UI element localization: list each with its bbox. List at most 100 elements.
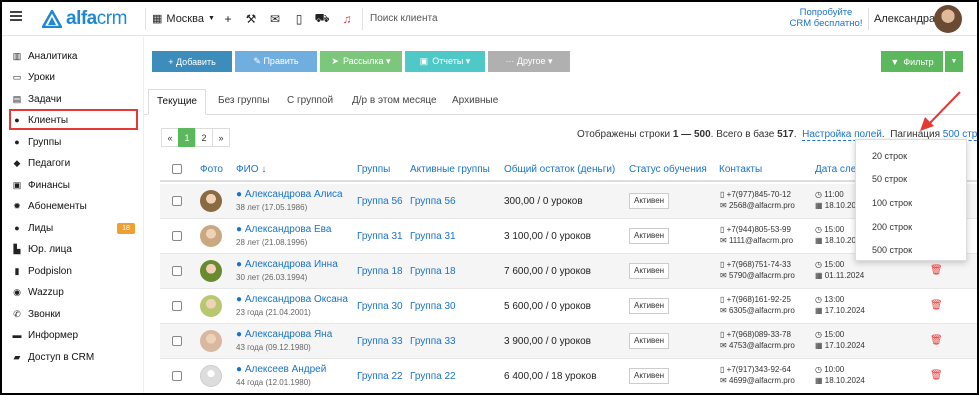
client-name-link[interactable]: ● Александрова Ева: [236, 224, 331, 235]
sidebar-item-leads[interactable]: ● Лиды: [12, 219, 53, 237]
client-photo[interactable]: [200, 295, 222, 317]
row-checkbox[interactable]: [172, 196, 182, 206]
trash-icon[interactable]: 🗑: [930, 335, 943, 346]
sidebar-item-legal[interactable]: ▙ Юр. лица: [12, 240, 72, 258]
active-group-link[interactable]: Группа 33: [410, 336, 456, 347]
active-group-link[interactable]: Группа 30: [410, 301, 456, 312]
sidebar-item-crm-access[interactable]: ▰ Доступ в CRM: [12, 348, 95, 366]
client-photo[interactable]: [200, 330, 222, 352]
phone-value[interactable]: +7(944)805-53-99: [727, 225, 791, 234]
per-page-option[interactable]: 200 строк: [872, 222, 912, 232]
active-group-link[interactable]: Группа 56: [410, 196, 456, 207]
client-name-link[interactable]: ● Александрова Алиса: [236, 189, 343, 200]
tab-birthdays[interactable]: Д/р в этом месяце: [352, 95, 437, 106]
group-link[interactable]: Группа 33: [357, 336, 403, 347]
next-page-button[interactable]: »: [212, 128, 230, 147]
sidebar-item-groups[interactable]: ● Группы: [12, 133, 61, 151]
per-page-option[interactable]: 50 строк: [872, 174, 907, 184]
plus-icon[interactable]: +: [219, 10, 237, 28]
table-row[interactable]: ● Александрова Оксана 23 года (21.04.2001…: [160, 289, 977, 324]
column-photo[interactable]: Фото: [200, 164, 223, 175]
per-page-option[interactable]: 500 строк: [872, 245, 912, 255]
trash-icon[interactable]: 🗑: [930, 370, 943, 381]
tab-archive[interactable]: Архивные: [452, 95, 498, 106]
page-button[interactable]: 2: [195, 128, 213, 147]
cart-icon[interactable]: ⛟: [313, 10, 331, 28]
sidebar-item-tasks[interactable]: ▤ Задачи: [12, 90, 62, 108]
tab-with-group[interactable]: С группой: [287, 95, 333, 106]
reports-button[interactable]: ▣ Отчеты ▾: [405, 51, 485, 72]
group-link[interactable]: Группа 18: [357, 266, 403, 277]
logo[interactable]: alfacrm: [42, 8, 127, 30]
client-photo[interactable]: [200, 225, 222, 247]
per-page-option[interactable]: 100 строк: [872, 198, 912, 208]
column-balance[interactable]: Общий остаток (деньги): [504, 164, 615, 175]
phone-value[interactable]: +7(977)845-70-12: [727, 190, 791, 199]
row-checkbox[interactable]: [172, 371, 182, 381]
sidebar-item-subscriptions[interactable]: ✹ Абонементы: [12, 197, 87, 215]
client-photo[interactable]: [200, 260, 222, 282]
trash-icon[interactable]: 🗑: [930, 300, 943, 311]
mobile-icon[interactable]: ▯: [290, 10, 308, 28]
row-checkbox[interactable]: [172, 231, 182, 241]
email-value[interactable]: 6305@alfacrm.pro: [729, 306, 795, 315]
wrench-icon[interactable]: ⚒: [242, 10, 260, 28]
filter-dropdown-button[interactable]: ▼: [945, 51, 963, 72]
column-active-groups[interactable]: Активные группы: [410, 164, 490, 175]
add-button[interactable]: + Добавить: [152, 51, 232, 72]
sidebar-item-teachers[interactable]: ◆ Педагоги: [12, 154, 71, 172]
select-all-checkbox[interactable]: [172, 164, 182, 174]
email-value[interactable]: 2568@alfacrm.pro: [729, 201, 795, 210]
client-name-link[interactable]: ● Александрова Оксана: [236, 294, 348, 305]
client-photo[interactable]: [200, 190, 222, 212]
sidebar-item-podpislon[interactable]: ▮ Podpislon: [12, 262, 72, 280]
trash-icon[interactable]: 🗑: [930, 265, 943, 276]
other-button[interactable]: ··· Другое ▾: [488, 51, 570, 72]
column-name[interactable]: ФИО ↓: [236, 164, 266, 175]
mailing-button[interactable]: ➤ Рассылка ▾: [320, 51, 402, 72]
sidebar-item-wazzup[interactable]: ◉ Wazzup: [12, 283, 64, 301]
user-name[interactable]: Александра: [874, 13, 935, 25]
row-checkbox[interactable]: [172, 336, 182, 346]
sidebar-item-lessons[interactable]: ▭ Уроки: [12, 68, 55, 86]
email-value[interactable]: 5790@alfacrm.pro: [729, 271, 795, 280]
client-name-link[interactable]: ● Александрова Яна: [236, 329, 332, 340]
table-row[interactable]: ● Александрова Яна 43 года (09.12.1980) Гр…: [160, 324, 977, 359]
group-link[interactable]: Группа 56: [357, 196, 403, 207]
phone-value[interactable]: +7(968)161-92-25: [727, 295, 791, 304]
active-group-link[interactable]: Группа 31: [410, 231, 456, 242]
page-button[interactable]: 1: [178, 128, 196, 147]
tab-current[interactable]: Текущие: [148, 89, 206, 115]
client-photo[interactable]: [200, 365, 222, 387]
row-checkbox[interactable]: [172, 301, 182, 311]
active-group-link[interactable]: Группа 22: [410, 371, 456, 382]
client-name-link[interactable]: ● Александрова Инна: [236, 259, 338, 270]
filter-button[interactable]: ▼ Фильтр: [881, 51, 943, 72]
sidebar-item-informer[interactable]: ▬ Информер: [12, 326, 79, 344]
column-contacts[interactable]: Контакты: [719, 164, 762, 175]
client-name-link[interactable]: ● Алексеев Андрей: [236, 364, 326, 375]
row-checkbox[interactable]: [172, 266, 182, 276]
phone-value[interactable]: +7(968)751-74-33: [727, 260, 791, 269]
active-group-link[interactable]: Группа 18: [410, 266, 456, 277]
email-value[interactable]: 4699@alfacrm.pro: [729, 376, 795, 385]
sidebar-item-finance[interactable]: ▣ Финансы: [12, 176, 70, 194]
per-page-option[interactable]: 20 строк: [872, 151, 907, 161]
column-status[interactable]: Статус обучения: [629, 164, 707, 175]
phone-value[interactable]: +7(917)343-92-64: [727, 365, 791, 374]
table-row[interactable]: ● Алексеев Андрей 44 года (12.01.1980) Гру…: [160, 359, 977, 393]
tab-no-group[interactable]: Без группы: [218, 95, 269, 106]
email-value[interactable]: 1111@alfacrm.pro: [729, 236, 793, 245]
envelope-icon[interactable]: ✉: [266, 10, 284, 28]
column-groups[interactable]: Группы: [357, 164, 390, 175]
sidebar-item-calls[interactable]: ✆ Звонки: [12, 305, 60, 323]
email-value[interactable]: 4753@alfacrm.pro: [729, 341, 795, 350]
group-link[interactable]: Группа 31: [357, 231, 403, 242]
city-selector[interactable]: ▦ Москва ▼: [152, 12, 215, 26]
sidebar-item-analytics[interactable]: ▥ Аналитика: [12, 47, 78, 65]
group-link[interactable]: Группа 22: [357, 371, 403, 382]
bell-icon[interactable]: ♫: [338, 10, 356, 28]
phone-value[interactable]: +7(968)089-33-78: [727, 330, 791, 339]
menu-icon[interactable]: [10, 11, 22, 21]
promo-link[interactable]: Попробуйте CRM бесплатно!: [788, 7, 864, 29]
